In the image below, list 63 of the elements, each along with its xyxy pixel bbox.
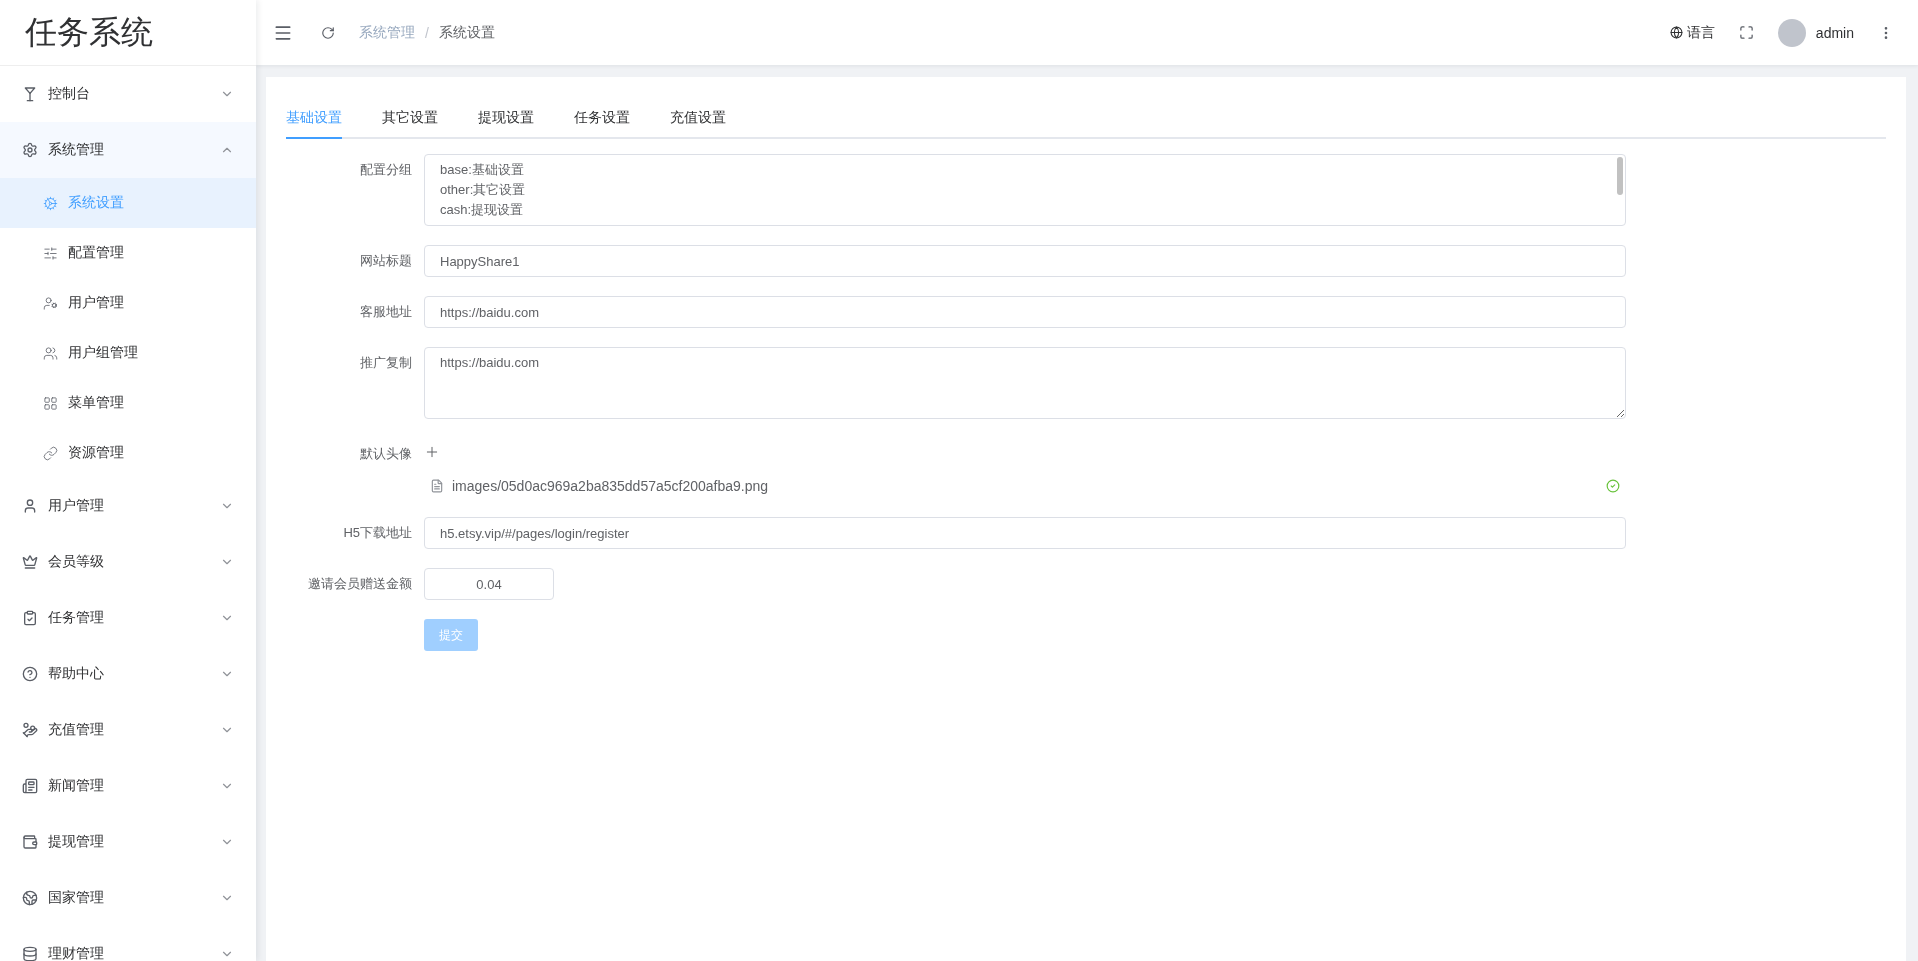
tab[interactable]: 充值设置 bbox=[670, 97, 726, 139]
input-field[interactable]: https://baidu.com bbox=[424, 296, 1626, 328]
user-gear-icon bbox=[43, 295, 58, 311]
gear-icon bbox=[22, 142, 38, 158]
field-label: 网站标题 bbox=[359, 252, 413, 269]
database-icon bbox=[22, 946, 38, 961]
text-line: cash:提现设置 bbox=[440, 201, 525, 219]
input-field[interactable]: HappyShare1 bbox=[424, 245, 1626, 277]
file-name[interactable]: images/05d0ac969a2ba835dd57a5cf200afba9.png bbox=[452, 478, 1598, 494]
menu-item[interactable]: 提现管理 bbox=[0, 814, 256, 870]
menu-item[interactable]: 充值管理 bbox=[0, 702, 256, 758]
grid-icon bbox=[43, 395, 58, 411]
amount-field[interactable]: 0.04 bbox=[424, 568, 554, 600]
tab[interactable]: 提现设置 bbox=[478, 97, 534, 139]
sliders-icon bbox=[43, 245, 58, 261]
globe-icon bbox=[1669, 26, 1683, 39]
field-label: 客服地址 bbox=[359, 303, 413, 320]
language-button[interactable]: 语言 bbox=[1669, 23, 1715, 42]
field-label: 邀请会员赠送金额 bbox=[307, 575, 413, 592]
menu-item[interactable]: 会员等级 bbox=[0, 534, 256, 590]
globe-icon bbox=[22, 890, 38, 906]
tab[interactable]: 其它设置 bbox=[382, 97, 438, 139]
menu-item[interactable]: 新闻管理 bbox=[0, 758, 256, 814]
scroll-thumb[interactable] bbox=[1617, 157, 1623, 195]
breadcrumb-separator: / bbox=[425, 24, 429, 41]
text-line: base:基础设置 bbox=[440, 161, 525, 179]
text-area[interactable]: base:基础设置 other:其它设置 cash:提现设置 bbox=[424, 154, 1626, 226]
field-label: 推广复制 bbox=[359, 354, 413, 371]
tab[interactable]: 任务设置 bbox=[574, 97, 630, 139]
breadcrumb-link[interactable]: 系统设置 bbox=[438, 23, 495, 42]
people-icon bbox=[43, 345, 58, 361]
submenu-item[interactable]: 用户组管理 bbox=[0, 328, 256, 378]
submenu-item[interactable]: 资源管理 bbox=[0, 428, 256, 478]
menu-item[interactable]: 理财管理 bbox=[0, 926, 256, 961]
settings-icon bbox=[43, 195, 58, 211]
field-label: 配置分组 bbox=[359, 161, 413, 178]
wallet-icon bbox=[22, 834, 38, 850]
menu-item[interactable]: 任务管理 bbox=[0, 590, 256, 646]
hand-coins-icon bbox=[22, 722, 38, 738]
submenu-item[interactable]: 用户管理 bbox=[0, 278, 256, 328]
text-line: other:其它设置 bbox=[440, 181, 527, 199]
menu-item[interactable]: 控制台 bbox=[0, 66, 256, 122]
user-name[interactable]: admin bbox=[1815, 24, 1854, 41]
link-icon bbox=[43, 445, 58, 461]
submenu-item[interactable]: 配置管理 bbox=[0, 228, 256, 278]
input-field[interactable]: h5.etsy.vip/#/pages/login/register bbox=[424, 517, 1626, 549]
field-label: 默认头像 bbox=[359, 445, 413, 462]
clipboard-check-icon bbox=[22, 610, 38, 626]
field-label: H5下载地址 bbox=[342, 524, 413, 541]
person-icon bbox=[22, 498, 38, 514]
menu-item[interactable]: 系统管理 bbox=[0, 122, 256, 178]
success-check-icon bbox=[1606, 479, 1620, 493]
menu-item[interactable]: 国家管理 bbox=[0, 870, 256, 926]
cocktail-glass-icon bbox=[22, 86, 38, 102]
crown-icon bbox=[22, 554, 38, 570]
text-area[interactable]: https://baidu.com bbox=[424, 347, 1626, 419]
help-icon bbox=[22, 666, 38, 682]
submenu-item[interactable]: 菜单管理 bbox=[0, 378, 256, 428]
menu-item[interactable]: 用户管理 bbox=[0, 478, 256, 534]
avatar[interactable] bbox=[1777, 18, 1806, 47]
file-icon bbox=[430, 479, 444, 493]
newspaper-icon bbox=[22, 778, 38, 794]
menu-item[interactable]: 帮助中心 bbox=[0, 646, 256, 702]
